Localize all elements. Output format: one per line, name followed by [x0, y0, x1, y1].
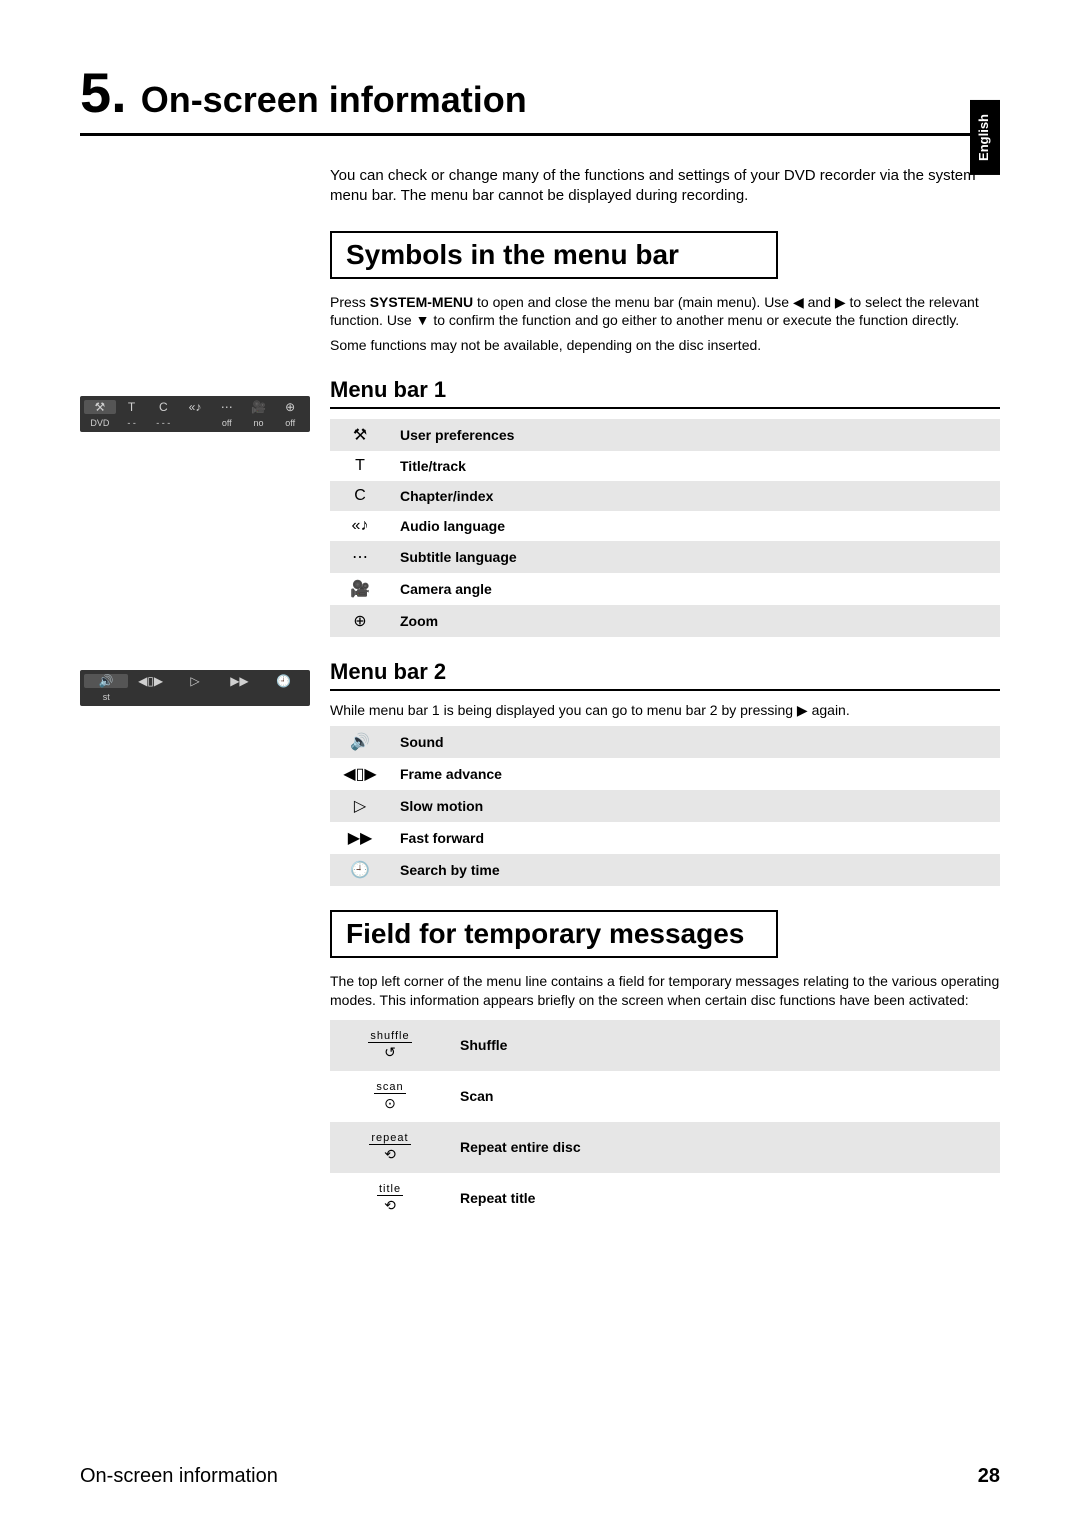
camera-angle-icon: 🎥	[330, 573, 390, 605]
table-row: ◀▯▶Frame advance	[330, 758, 1000, 790]
section1-p2: Some functions may not be available, dep…	[330, 336, 1000, 355]
osd-val	[217, 692, 261, 702]
table-row: 🎥Camera angle	[330, 573, 1000, 605]
section-symbols-heading: Symbols in the menu bar	[330, 231, 778, 279]
row-label: Title/track	[390, 451, 1000, 481]
osd-val: off	[211, 418, 243, 428]
osd-val: - - -	[147, 418, 179, 428]
section1-p1: Press SYSTEM-MENU to open and close the …	[330, 293, 1000, 331]
row-label: User preferences	[390, 419, 1000, 451]
osd-icon: ⊕	[274, 400, 306, 414]
intro-text: You can check or change many of the func…	[330, 166, 1000, 207]
menubar2-table: 🔊Sound ◀▯▶Frame advance ▷Slow motion ▶▶F…	[330, 726, 1000, 886]
osd-val	[173, 692, 217, 702]
table-row: shuffle↺ Shuffle	[330, 1020, 1000, 1071]
section2-p: The top left corner of the menu line con…	[330, 972, 1000, 1010]
osd-icon: ◀▯▶	[128, 674, 172, 688]
osd-val: DVD	[84, 418, 116, 428]
osd-val	[179, 418, 211, 428]
preferences-icon: ⚒	[330, 419, 390, 451]
osd-val	[128, 692, 172, 702]
row-label: Shuffle	[450, 1020, 1000, 1071]
osd-icon: T	[116, 400, 148, 414]
chapter-title-text: On-screen information	[141, 79, 527, 121]
osd-val: - -	[116, 418, 148, 428]
osd-val: off	[274, 418, 306, 428]
chapter-icon: C	[330, 481, 390, 511]
frame-advance-icon: ◀▯▶	[330, 758, 390, 790]
osd-icon: ⋯	[211, 400, 243, 414]
language-tab: English	[970, 100, 1000, 175]
row-label: Slow motion	[390, 790, 1000, 822]
row-label: Fast forward	[390, 822, 1000, 854]
row-label: Chapter/index	[390, 481, 1000, 511]
osd-val	[262, 692, 306, 702]
search-time-icon: 🕘	[330, 854, 390, 886]
title-icon: T	[330, 451, 390, 481]
repeat-disc-icon: repeat⟲	[330, 1122, 450, 1173]
osd-icon: ▷	[173, 674, 217, 688]
footer-section: On-screen information	[80, 1465, 278, 1488]
table-row: ⋯Subtitle language	[330, 541, 1000, 573]
osd-val: st	[84, 692, 128, 702]
table-row: 🕘Search by time	[330, 854, 1000, 886]
row-label: Camera angle	[390, 573, 1000, 605]
messages-table: shuffle↺ Shuffle scan⊙ Scan repeat⟲ Repe…	[330, 1020, 1000, 1224]
osd-icon: 🎥	[243, 400, 275, 414]
repeat-title-icon: title⟲	[330, 1173, 450, 1224]
scan-icon: scan⊙	[330, 1071, 450, 1122]
shuffle-icon: shuffle↺	[330, 1020, 450, 1071]
row-label: Scan	[450, 1071, 1000, 1122]
slow-motion-icon: ▷	[330, 790, 390, 822]
left-column: ⚒ T C «♪ ⋯ 🎥 ⊕ DVD - - - - - off no off …	[80, 166, 330, 1224]
table-row: «♪Audio language	[330, 511, 1000, 541]
row-label: Zoom	[390, 605, 1000, 637]
osd-val: no	[243, 418, 275, 428]
row-label: Frame advance	[390, 758, 1000, 790]
menubar2-osd: 🔊 ◀▯▶ ▷ ▶▶ 🕘 st	[80, 670, 310, 706]
subtitle-icon: ⋯	[330, 541, 390, 573]
osd-icon: C	[147, 400, 179, 414]
row-label: Audio language	[390, 511, 1000, 541]
page-number: 28	[978, 1465, 1000, 1488]
menubar2-heading: Menu bar 2	[330, 659, 1000, 691]
osd-icon: ⚒	[84, 400, 116, 414]
table-row: CChapter/index	[330, 481, 1000, 511]
row-label: Sound	[390, 726, 1000, 758]
right-column: You can check or change many of the func…	[330, 166, 1000, 1224]
table-row: title⟲ Repeat title	[330, 1173, 1000, 1224]
table-row: 🔊Sound	[330, 726, 1000, 758]
menubar1-osd: ⚒ T C «♪ ⋯ 🎥 ⊕ DVD - - - - - off no off	[80, 396, 310, 432]
table-row: scan⊙ Scan	[330, 1071, 1000, 1122]
sound-icon: 🔊	[330, 726, 390, 758]
table-row: ⚒User preferences	[330, 419, 1000, 451]
table-row: repeat⟲ Repeat entire disc	[330, 1122, 1000, 1173]
fast-forward-icon: ▶▶	[330, 822, 390, 854]
table-row: ▷Slow motion	[330, 790, 1000, 822]
chapter-heading: 5. On-screen information	[80, 60, 1000, 125]
zoom-icon: ⊕	[330, 605, 390, 637]
osd-icon: 🕘	[262, 674, 306, 688]
menubar1-heading: Menu bar 1	[330, 377, 1000, 409]
menubar2-intro: While menu bar 1 is being displayed you …	[330, 701, 1000, 720]
row-label: Search by time	[390, 854, 1000, 886]
table-row: ▶▶Fast forward	[330, 822, 1000, 854]
table-row: TTitle/track	[330, 451, 1000, 481]
osd-icon: ▶▶	[217, 674, 261, 688]
row-label: Repeat entire disc	[450, 1122, 1000, 1173]
row-label: Repeat title	[450, 1173, 1000, 1224]
title-rule	[80, 133, 1000, 136]
system-menu-label: SYSTEM-MENU	[370, 294, 473, 310]
section-messages-heading: Field for temporary messages	[330, 910, 778, 958]
menubar1-table: ⚒User preferences TTitle/track CChapter/…	[330, 419, 1000, 637]
osd-icon: «♪	[179, 400, 211, 414]
osd-icon: 🔊	[84, 674, 128, 688]
table-row: ⊕Zoom	[330, 605, 1000, 637]
chapter-number: 5.	[80, 60, 127, 125]
p-text: Press	[330, 294, 370, 310]
row-label: Subtitle language	[390, 541, 1000, 573]
page-footer: On-screen information 28	[80, 1465, 1000, 1488]
audio-language-icon: «♪	[330, 511, 390, 541]
